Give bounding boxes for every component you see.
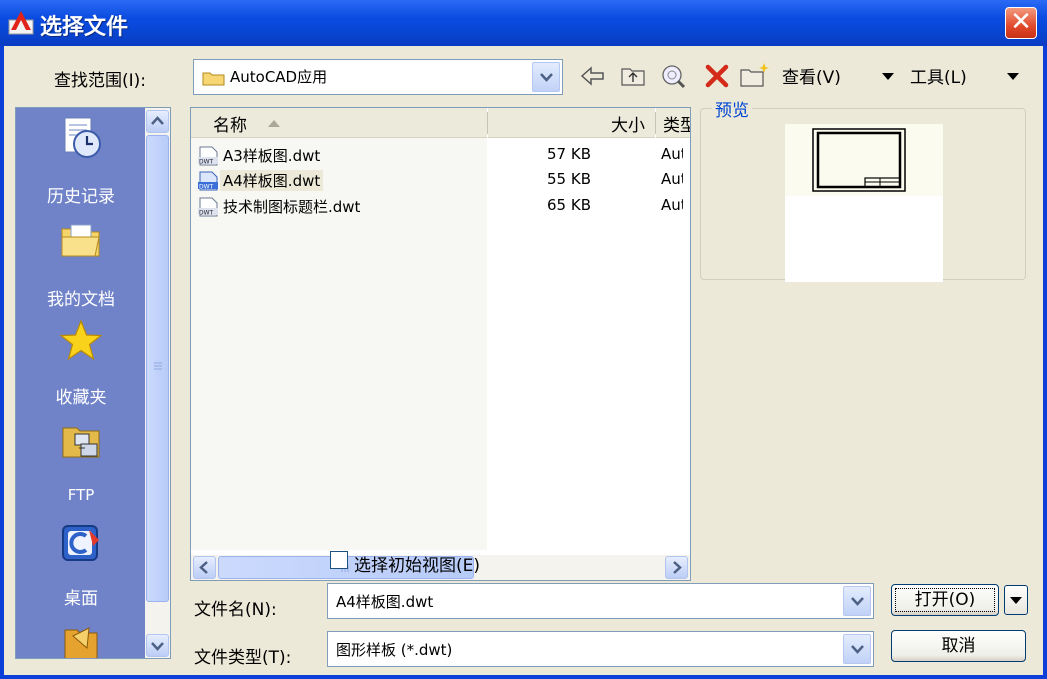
cancel-button[interactable]: 取消	[891, 630, 1026, 662]
column-header-type[interactable]: 类型	[656, 108, 690, 138]
focus-rect	[895, 588, 995, 612]
my-documents-icon	[61, 224, 100, 257]
place-favorites[interactable]: 收藏夹	[16, 315, 146, 415]
ftp-icon	[62, 427, 100, 458]
file-name-combobox[interactable]: A4样板图.dwt	[327, 583, 874, 619]
place-my-documents[interactable]: 我的文档	[16, 213, 146, 313]
column-header-label: 大小	[611, 116, 645, 136]
file-size: 55 KB	[547, 170, 591, 188]
tools-dropdown-icon[interactable]	[1005, 60, 1021, 92]
views-menu[interactable]: 查看(V)	[782, 63, 841, 88]
place-history[interactable]: 历史记录	[16, 112, 146, 212]
place-ftp[interactable]: FTP	[16, 418, 146, 518]
file-type-dropdown-arrow[interactable]	[843, 634, 871, 664]
dialog-body: 查找范围(I): AutoCAD应用 查看(V) 工具(L) 历史记录 我的文档…	[4, 46, 1043, 675]
drawing-preview-image	[785, 124, 943, 196]
place-desktop[interactable]: 桌面	[16, 516, 146, 616]
sort-ascending-icon	[268, 120, 280, 127]
scroll-right-button[interactable]	[665, 556, 688, 579]
scroll-thumb[interactable]	[146, 135, 169, 602]
scroll-up-button[interactable]	[146, 110, 169, 133]
dwt-file-icon: DWT	[198, 197, 218, 217]
column-header-label: 名称	[213, 116, 247, 136]
file-size: 65 KB	[547, 196, 591, 214]
dwt-file-icon: DWT	[198, 171, 218, 191]
up-one-level-icon[interactable]	[618, 60, 648, 92]
delete-icon[interactable]	[702, 60, 732, 92]
preview-label: 预览	[712, 96, 752, 121]
file-type-combobox[interactable]: 图形样板 (*.dwt)	[327, 631, 874, 667]
new-folder-icon[interactable]	[738, 60, 772, 92]
open-button[interactable]: 打开(O)	[891, 584, 999, 616]
favorites-star-icon	[59, 319, 103, 361]
file-list[interactable]: 名称 大小 类型 DWT A3样板图.dwt 57 KB Aut DWT A4样…	[190, 107, 691, 581]
back-icon[interactable]	[578, 60, 608, 92]
autocad-app-icon	[8, 11, 34, 35]
file-type: Aut	[661, 196, 683, 214]
file-size: 57 KB	[547, 145, 591, 163]
places-bar: 历史记录 我的文档 收藏夹 FTP 桌面	[15, 107, 171, 659]
folder-icon	[202, 72, 225, 86]
select-file-dialog: 选择文件 ✕ 查找范围(I): AutoCAD应用 查看(V) 工具(L) 历史…	[0, 0, 1047, 679]
svg-text:DWT: DWT	[199, 159, 214, 166]
scroll-down-button[interactable]	[146, 634, 169, 657]
search-web-icon[interactable]	[658, 60, 688, 92]
file-row[interactable]: DWT A3样板图.dwt 57 KB Aut	[197, 143, 683, 167]
buzzsaw-folder-icon	[64, 627, 98, 658]
look-in-dropdown-arrow[interactable]	[532, 62, 560, 92]
desktop-icon	[62, 525, 99, 561]
views-dropdown-icon[interactable]	[880, 60, 896, 92]
look-in-label: 查找范围(I):	[54, 71, 147, 91]
column-header-size[interactable]: 大小	[488, 108, 655, 138]
file-type-label: 文件类型(T):	[194, 648, 292, 668]
initial-view-checkbox[interactable]	[330, 551, 348, 569]
file-row-selected[interactable]: DWT A4样板图.dwt 55 KB Aut	[197, 168, 683, 192]
cancel-button-label: 取消	[941, 636, 976, 656]
column-header-label: 类型	[663, 116, 690, 136]
scroll-left-button[interactable]	[193, 556, 216, 579]
place-label: 历史记录	[47, 187, 115, 207]
preview-thumbnail	[785, 124, 943, 282]
open-options-dropdown[interactable]	[1004, 585, 1028, 615]
title-bar[interactable]: 选择文件 ✕	[0, 0, 1047, 46]
places-list: 历史记录 我的文档 收藏夹 FTP 桌面	[16, 108, 146, 658]
svg-text:DWT: DWT	[199, 210, 214, 217]
look-in-value: AutoCAD应用	[230, 68, 328, 86]
file-name: A4样板图.dwt	[220, 170, 324, 191]
look-in-combobox[interactable]: AutoCAD应用	[193, 59, 563, 95]
file-type: Aut	[661, 170, 683, 188]
svg-text:DWT: DWT	[199, 184, 214, 191]
dwt-file-icon: DWT	[198, 146, 218, 166]
initial-view-checkbox-label[interactable]: 选择初始视图(E)	[354, 551, 480, 576]
file-type: Aut	[661, 145, 683, 163]
window-title: 选择文件	[40, 15, 129, 40]
grip-icon	[154, 362, 162, 370]
tools-menu[interactable]: 工具(L)	[910, 63, 967, 88]
file-name-value[interactable]: A4样板图.dwt	[336, 591, 433, 612]
place-label: 桌面	[64, 589, 98, 609]
file-name: 技术制图标题栏.dwt	[223, 198, 361, 216]
places-scrollbar[interactable]	[145, 108, 170, 658]
file-name-dropdown-arrow[interactable]	[843, 586, 871, 616]
place-label: 我的文档	[47, 290, 115, 310]
file-name: A3样板图.dwt	[223, 147, 321, 165]
history-icon	[64, 117, 101, 158]
place-buzzsaw[interactable]	[16, 614, 146, 658]
file-type-value: 图形样板 (*.dwt)	[336, 641, 453, 659]
dropdown-arrow-icon	[1010, 597, 1022, 604]
file-row[interactable]: DWT 技术制图标题栏.dwt 65 KB Aut	[197, 194, 683, 218]
place-label: 收藏夹	[55, 388, 107, 408]
close-button[interactable]: ✕	[1005, 7, 1037, 39]
file-name-label: 文件名(N):	[194, 600, 277, 620]
column-header-name[interactable]: 名称	[191, 108, 487, 138]
place-label: FTP	[67, 486, 95, 504]
